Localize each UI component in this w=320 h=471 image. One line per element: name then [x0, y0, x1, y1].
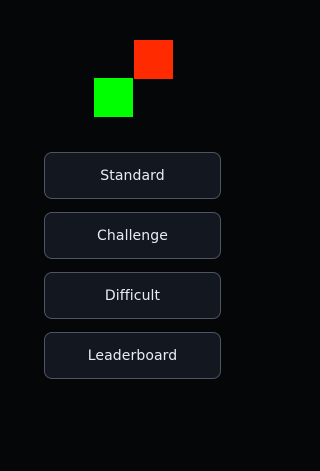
standard-button[interactable]: Standard: [44, 152, 221, 199]
difficult-button[interactable]: Difficult: [44, 272, 221, 319]
green-tile: [94, 78, 133, 117]
challenge-button[interactable]: Challenge: [44, 212, 221, 259]
mode-menu: Standard Challenge Difficult Leaderboard: [44, 152, 221, 392]
leaderboard-button[interactable]: Leaderboard: [44, 332, 221, 379]
leaderboard-button-label: Leaderboard: [87, 347, 178, 364]
standard-button-label: Standard: [100, 167, 165, 184]
red-tile: [134, 40, 173, 79]
challenge-button-label: Challenge: [97, 227, 168, 244]
difficult-button-label: Difficult: [104, 287, 161, 304]
game-logo: [0, 0, 265, 130]
